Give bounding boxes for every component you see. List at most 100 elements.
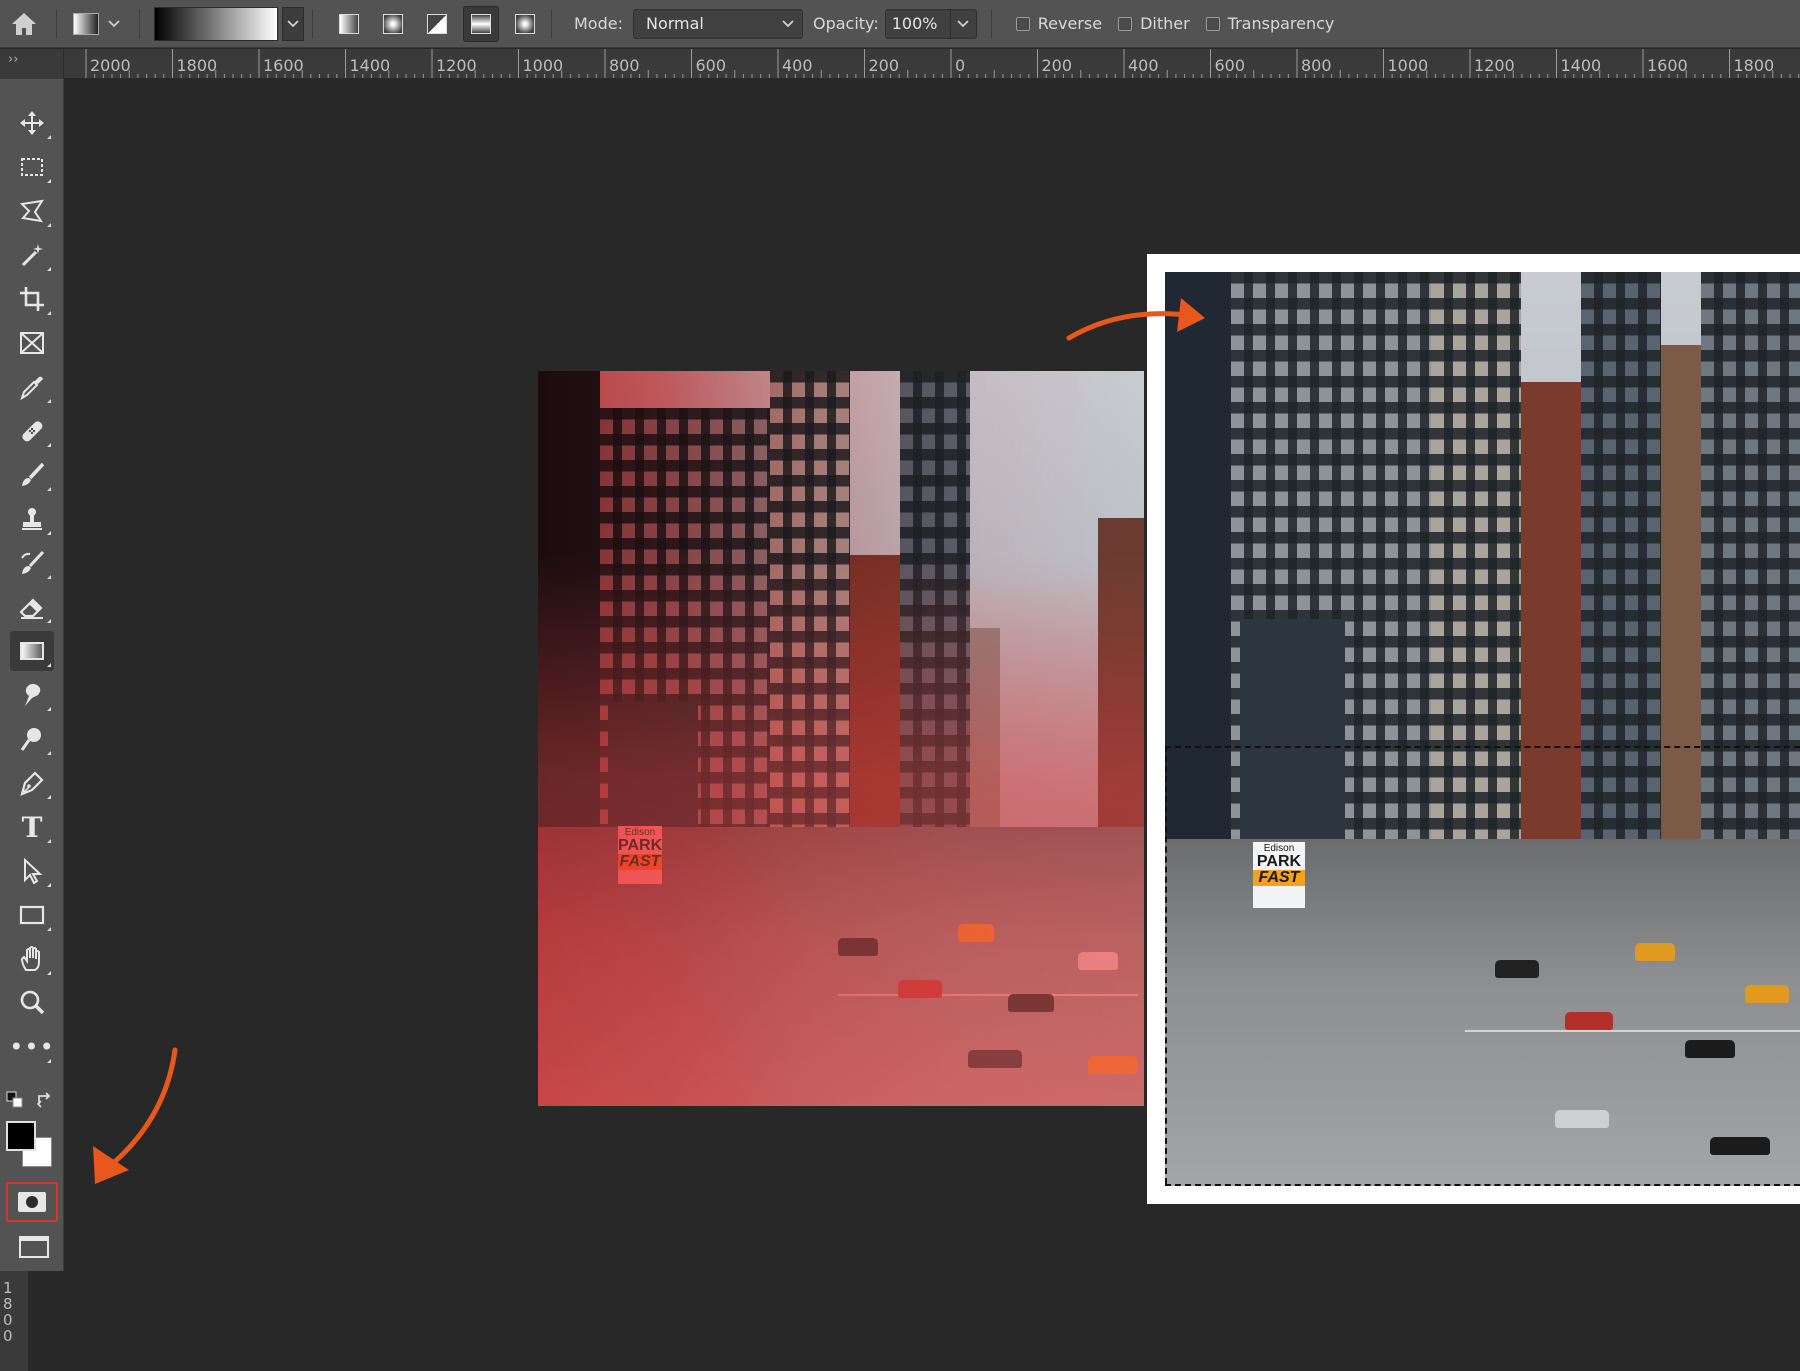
brush-tool[interactable] bbox=[10, 455, 54, 495]
flyout-indicator bbox=[47, 267, 51, 271]
arrow-icon bbox=[24, 857, 43, 885]
toolbar: T ••• bbox=[0, 79, 64, 1271]
tool-preset-picker[interactable] bbox=[65, 0, 131, 48]
rectangle-tool[interactable] bbox=[10, 895, 54, 935]
smudge-tool[interactable] bbox=[10, 675, 54, 715]
home-icon bbox=[12, 12, 36, 35]
flyout-indicator bbox=[47, 399, 51, 403]
document-quick-mask-view[interactable]: Edison PARK FAST bbox=[538, 371, 1144, 1106]
horizontal-ruler[interactable]: 2000 1800 1600 1400 1200 1000 800 600 400 200 0 200… bbox=[64, 49, 1800, 79]
home-button[interactable] bbox=[0, 0, 48, 48]
separator bbox=[56, 8, 57, 39]
selection-marquee-top bbox=[1165, 746, 1800, 748]
magic-wand-tool[interactable] bbox=[10, 235, 54, 275]
ruler-label: 1600 bbox=[263, 56, 304, 75]
foreground-color-swatch[interactable] bbox=[6, 1121, 36, 1151]
opacity-input[interactable]: 100% bbox=[884, 8, 951, 39]
path-selection-tool[interactable] bbox=[10, 851, 54, 891]
crop-tool[interactable] bbox=[10, 279, 54, 319]
flyout-indicator bbox=[47, 223, 51, 227]
car bbox=[1710, 1137, 1770, 1156]
lane-marking bbox=[1465, 1029, 1800, 1032]
healing-brush-tool[interactable] bbox=[10, 411, 54, 451]
swap-colors-icon[interactable] bbox=[36, 1091, 54, 1109]
dodge-tool[interactable] bbox=[10, 719, 54, 759]
reflected-gradient-icon bbox=[471, 13, 491, 34]
magic-wand-icon bbox=[21, 244, 43, 267]
hand-icon bbox=[20, 946, 40, 971]
ruler-label: 1800 bbox=[1733, 56, 1775, 75]
reverse-checkbox[interactable]: Reverse bbox=[1015, 14, 1102, 33]
ruler-label: 800 bbox=[1301, 56, 1332, 75]
flyout-indicator bbox=[47, 575, 51, 579]
flyout-indicator bbox=[47, 839, 51, 843]
screen-mode-button[interactable] bbox=[14, 1229, 54, 1265]
car bbox=[1635, 942, 1675, 961]
flyout-indicator bbox=[47, 443, 51, 447]
collapse-toolbar-icon[interactable]: ›› bbox=[8, 52, 18, 67]
document-photo[interactable]: Edison PARK FAST bbox=[1165, 272, 1800, 1186]
ruler-corner[interactable]: ›› bbox=[0, 49, 64, 79]
gradient-tool-preset-icon bbox=[73, 12, 99, 35]
flyout-indicator bbox=[47, 795, 51, 799]
gradient-dropdown-button[interactable] bbox=[282, 6, 304, 41]
move-tool[interactable] bbox=[10, 103, 54, 143]
pen-tool[interactable] bbox=[10, 763, 54, 803]
linear-gradient-button[interactable] bbox=[331, 6, 367, 42]
canvas-area[interactable]: Edison PARK FAST Edison PARK bbox=[65, 80, 1800, 1371]
checkbox-box[interactable] bbox=[1118, 16, 1133, 31]
opacity-dropdown-button[interactable] bbox=[950, 8, 977, 39]
type-tool[interactable]: T bbox=[10, 807, 54, 847]
eraser-tool[interactable] bbox=[10, 587, 54, 627]
annotation-arrow-icon bbox=[1066, 298, 1205, 341]
gradient-tool[interactable] bbox=[10, 631, 54, 671]
ruler-label: 8 bbox=[3, 1295, 13, 1313]
checkbox-box[interactable] bbox=[1205, 16, 1220, 31]
checkbox-box[interactable] bbox=[1015, 16, 1030, 31]
ruler-label: 2000 bbox=[90, 56, 131, 75]
history-brush-tool[interactable] bbox=[10, 543, 54, 583]
hand-tool[interactable] bbox=[10, 939, 54, 979]
smudge-icon bbox=[25, 683, 41, 706]
gradient-picker[interactable] bbox=[154, 6, 304, 41]
ruler-label: 1000 bbox=[1387, 56, 1429, 75]
gradient-swatch[interactable] bbox=[154, 6, 278, 41]
dither-checkbox[interactable]: Dither bbox=[1118, 14, 1190, 33]
car bbox=[1555, 1109, 1609, 1128]
mode-select[interactable]: Normal bbox=[632, 8, 803, 39]
annotation-arrow-icon bbox=[93, 1047, 178, 1184]
ruler-label: 400 bbox=[1128, 56, 1159, 75]
edit-toolbar-button[interactable]: ••• bbox=[9, 1027, 55, 1067]
separator bbox=[139, 8, 140, 39]
eraser-icon bbox=[19, 598, 43, 619]
frame-icon bbox=[20, 332, 44, 354]
rectangular-marquee-tool[interactable] bbox=[10, 147, 54, 187]
pen-icon bbox=[20, 771, 44, 796]
frame-tool[interactable] bbox=[10, 323, 54, 363]
separator bbox=[990, 8, 992, 39]
linear-gradient-icon bbox=[339, 13, 359, 34]
chevron-down-icon bbox=[782, 19, 794, 27]
vertical-ruler[interactable]: 1800 bbox=[0, 1270, 28, 1371]
zoom-tool[interactable] bbox=[10, 983, 54, 1023]
radial-gradient-button[interactable] bbox=[375, 6, 411, 42]
flyout-indicator bbox=[47, 487, 51, 491]
screen-mode-icon bbox=[19, 1236, 49, 1258]
car bbox=[1495, 960, 1539, 979]
quick-mask-button[interactable] bbox=[6, 1182, 58, 1222]
default-colors-icon[interactable] bbox=[6, 1091, 24, 1109]
flyout-indicator bbox=[47, 883, 51, 887]
angle-gradient-button[interactable] bbox=[419, 6, 455, 42]
transparency-checkbox[interactable]: Transparency bbox=[1205, 14, 1334, 33]
mode-value: Normal bbox=[645, 14, 704, 33]
more-icon: ••• bbox=[9, 1033, 55, 1061]
eyedropper-tool[interactable] bbox=[10, 367, 54, 407]
gradient-type-group bbox=[331, 5, 543, 42]
clone-stamp-tool[interactable] bbox=[10, 499, 54, 539]
lasso-tool[interactable] bbox=[10, 191, 54, 231]
ruler-label: 1400 bbox=[1560, 56, 1602, 75]
color-swatches bbox=[6, 1089, 58, 1179]
dither-label: Dither bbox=[1140, 14, 1190, 33]
reflected-gradient-button[interactable] bbox=[463, 5, 499, 42]
diamond-gradient-button[interactable] bbox=[507, 6, 543, 42]
